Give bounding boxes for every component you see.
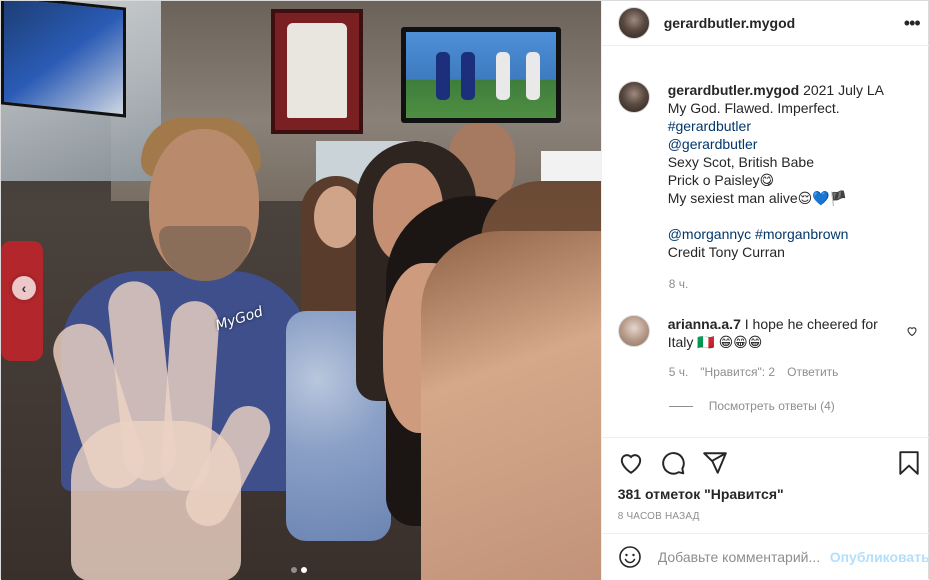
bookmark-icon[interactable] xyxy=(896,450,922,476)
heart-icon[interactable] xyxy=(618,450,644,476)
tv-screen-left xyxy=(1,1,126,118)
action-icons xyxy=(618,450,728,476)
caption-username[interactable]: gerardbutler.mygod xyxy=(668,82,799,98)
author-avatar[interactable] xyxy=(617,7,650,39)
hashtag-link[interactable]: #gerardbutler xyxy=(668,117,884,135)
comment-timestamp[interactable]: 5 ч. xyxy=(669,365,689,379)
framed-jersey xyxy=(271,9,363,134)
more-options-icon[interactable]: ••• xyxy=(904,14,921,32)
caption-line: My sexiest man alive😌💙🏴 xyxy=(667,190,848,206)
post-actions: 381 отметок "Нравится" 8 часов назад xyxy=(601,437,929,533)
caption-avatar[interactable] xyxy=(617,81,650,113)
caption-timestamp[interactable]: 8 ч. xyxy=(669,277,689,291)
comment-meta: 5 ч. "Нравится": 2 Ответить xyxy=(669,365,839,379)
post-media[interactable]: MyGod ‹ xyxy=(1,1,601,580)
post-details-panel: gerardbutler.mygod ••• gerardbutler.mygo… xyxy=(600,1,929,580)
tv-screen-right xyxy=(401,27,561,123)
author-username[interactable]: gerardbutler.mygod xyxy=(664,15,795,31)
reply-button[interactable]: Ответить xyxy=(787,365,838,379)
carousel-dot xyxy=(291,567,297,573)
caption-line: My God. Flawed. Imperfect. xyxy=(667,100,840,116)
post-timestamp[interactable]: 8 часов назад xyxy=(618,511,700,522)
comments-list[interactable]: gerardbutler.mygod 2021 July LA My God. … xyxy=(602,47,929,437)
caption-line: Prick o Paisley😋 xyxy=(667,172,775,188)
publish-button[interactable]: Опубликовать xyxy=(830,549,929,565)
add-comment-bar: Опубликовать xyxy=(601,533,929,580)
caption-line: Sexy Scot, British Babe xyxy=(667,154,814,170)
share-icon[interactable] xyxy=(702,450,728,476)
emoji-icon[interactable] xyxy=(618,545,642,569)
commenter-username[interactable]: arianna.a.7 xyxy=(668,316,741,332)
heart-icon[interactable] xyxy=(906,325,918,337)
post-header: gerardbutler.mygod ••• xyxy=(601,1,929,46)
divider xyxy=(668,405,693,407)
carousel-prev-button[interactable]: ‹ xyxy=(12,276,36,300)
comment-likes[interactable]: "Нравится": 2 xyxy=(700,365,775,379)
caption-line: 2021 July LA xyxy=(803,82,885,98)
comment-input[interactable] xyxy=(657,549,830,565)
mention-link[interactable]: @gerardbutler xyxy=(668,135,884,153)
raised-hand xyxy=(41,278,281,580)
carousel-dot-active xyxy=(301,567,307,573)
instagram-post: MyGod ‹ gerardbutler.mygod ••• gerardbut… xyxy=(0,0,929,580)
comment-icon[interactable] xyxy=(660,450,686,476)
caption-text: gerardbutler.mygod 2021 July LA My God. … xyxy=(668,81,884,261)
comment-text: arianna.a.7 I hope he cheered for Italy … xyxy=(668,315,893,351)
mention-hashtag-link[interactable]: @morgannyc #morganbrown xyxy=(668,225,884,243)
likes-count[interactable]: 381 отметок "Нравится" xyxy=(618,486,784,502)
view-replies-label: Посмотреть ответы (4) xyxy=(708,399,835,413)
commenter-avatar[interactable] xyxy=(617,315,650,347)
comment-item: arianna.a.7 I hope he cheered for Italy … xyxy=(617,315,918,351)
carousel-indicator xyxy=(291,567,307,573)
chevron-left-icon: ‹ xyxy=(21,280,27,296)
post-photo: MyGod xyxy=(1,1,601,580)
post-caption: gerardbutler.mygod 2021 July LA My God. … xyxy=(617,81,918,261)
view-replies-button[interactable]: Посмотреть ответы (4) xyxy=(668,399,835,413)
caption-line: Credit Tony Curran xyxy=(667,244,785,260)
